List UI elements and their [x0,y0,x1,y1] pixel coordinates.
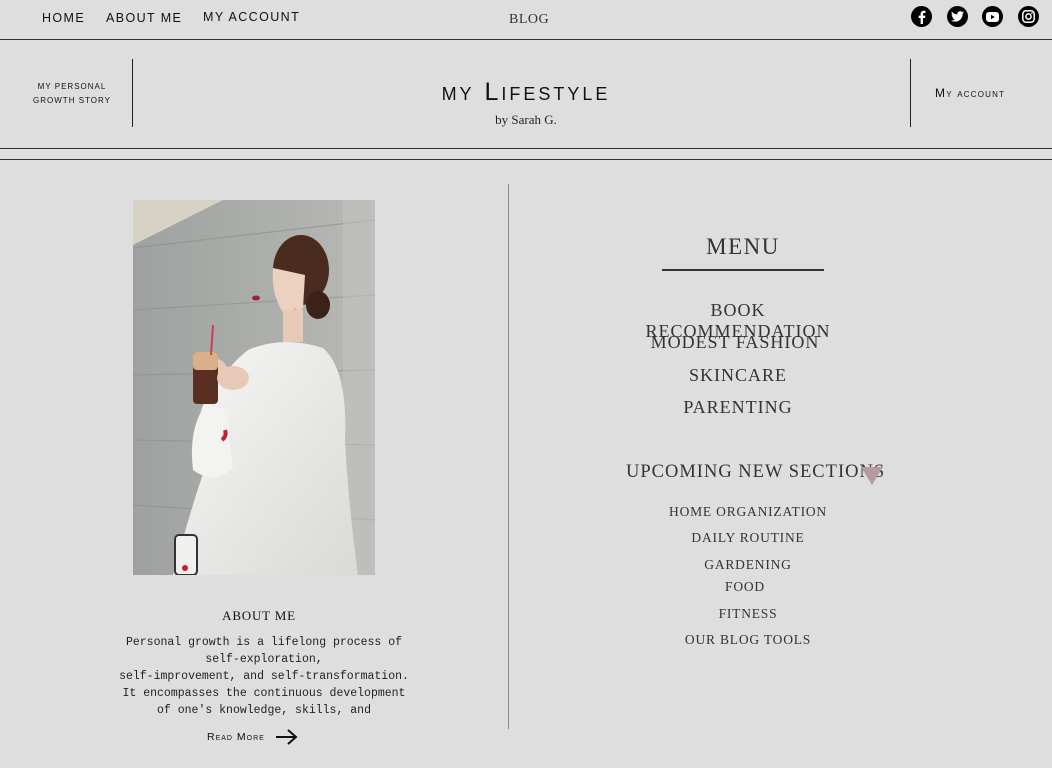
about-line: It encompasses the continuous developmen… [122,687,406,700]
about-line: self-improvement, and self-transformatio… [119,670,409,683]
menu-item-parenting[interactable]: PARENTING [618,397,858,418]
site-title: my Lifestyle [441,78,611,106]
upcoming-item-home-organization[interactable]: HOME ORGANIZATION [664,504,832,520]
read-more-label: Read More [207,731,265,743]
header-double-rule [0,159,1052,160]
instagram-icon[interactable] [1018,6,1039,27]
twitter-icon[interactable] [947,6,968,27]
facebook-icon[interactable] [911,6,932,27]
youtube-icon[interactable] [982,6,1003,27]
site-header: my personal growth story my Lifestyle by… [0,40,1052,149]
upcoming-item-gardening[interactable]: GARDENING [664,557,832,573]
menu-item-skincare[interactable]: SKINCARE [618,365,858,386]
upcoming-list: HOME ORGANIZATION DAILY ROUTINE GARDENIN… [664,500,832,660]
upcoming-item-our-blog-tools[interactable]: OUR BLOG TOOLS [664,632,832,648]
about-line: self-exploration, [205,653,323,666]
menu-heading: MENU [706,234,780,259]
upcoming-item-fitness[interactable]: FITNESS [664,606,832,622]
arrow-right-icon [275,729,298,745]
about-line: Personal growth is a lifelong process of [125,636,403,649]
about-me-heading: ABOUT ME [222,608,296,623]
about-line: of one's knowledge, skills, and [157,704,371,717]
menu-item-modest-fashion[interactable]: MODEST FASHION [615,332,855,353]
top-navigation: HOME ABOUT ME MY ACCOUNT BLOG [0,0,1052,40]
triangle-down-icon[interactable] [861,467,883,485]
upcoming-item-food[interactable]: FOOD [661,579,829,595]
read-more-link[interactable]: Read More [207,728,299,746]
column-divider [508,184,509,729]
header-right-divider [910,59,911,127]
header-my-account-link[interactable]: My account [935,86,1005,100]
profile-photo [133,200,375,575]
menu-underline [662,269,824,271]
upcoming-sections-heading: UPCOMING NEW SECTIONS [626,462,886,482]
nav-about-me-link[interactable]: ABOUT ME [106,11,182,25]
nav-home-link[interactable]: HOME [42,11,85,25]
menu-list: BOOK RECOMMENDATION MODEST FASHION SKINC… [618,300,858,430]
nav-blog-link[interactable]: BLOG [509,12,549,28]
nav-my-account-link[interactable]: MY ACCOUNT [203,10,300,24]
upcoming-item-daily-routine[interactable]: DAILY ROUTINE [664,530,832,546]
about-me-excerpt: Personal growth is a lifelong process of… [104,634,424,719]
site-byline: by Sarah G. [495,112,557,127]
